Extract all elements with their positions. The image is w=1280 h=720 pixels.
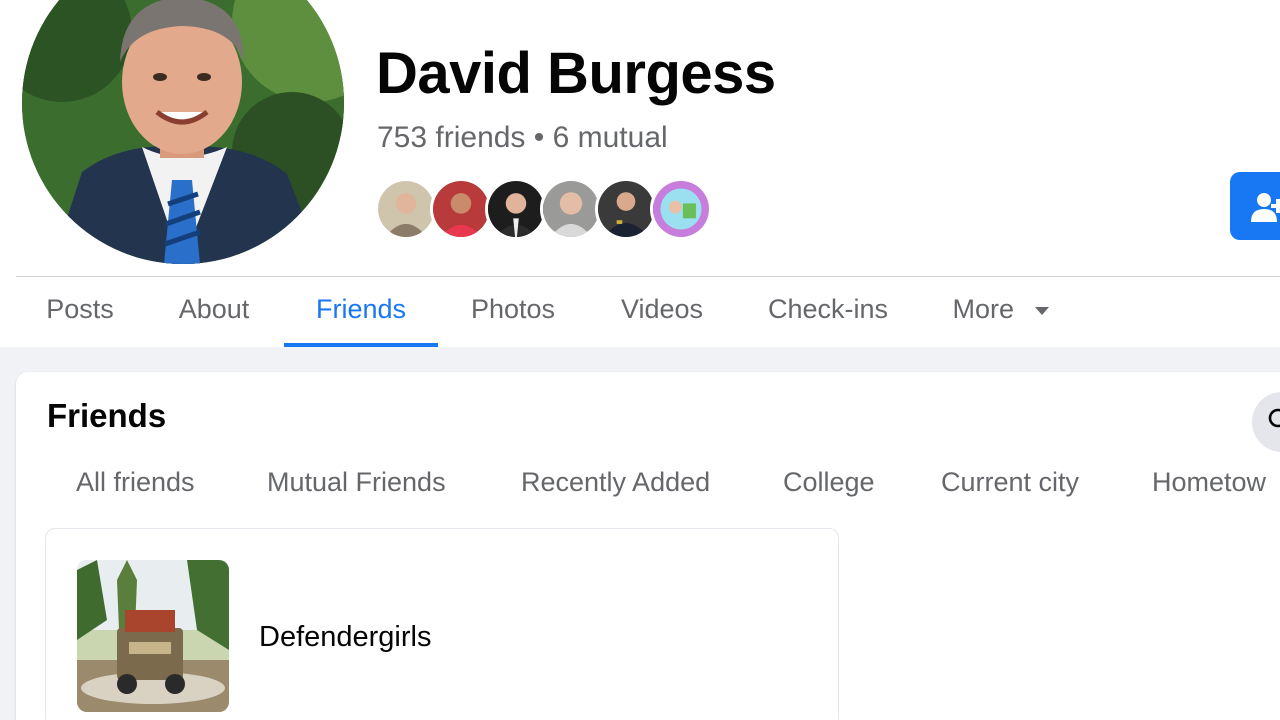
friend-list-item[interactable]: Defendergirls [45,528,839,720]
add-friend-icon [1251,193,1280,222]
active-tab-indicator [284,343,438,347]
mutual-friends-faces [375,178,715,242]
tab-check-ins[interactable]: Check-ins [750,278,906,347]
profile-tabs: Posts About Friends Photos Videos Check-… [0,278,1280,347]
add-friend-button[interactable] [1230,172,1280,240]
search-icon [1268,408,1280,428]
friend-photo [77,560,229,712]
friend-face-6[interactable] [650,178,712,240]
filter-recently-added[interactable]: Recently Added [521,467,710,498]
profile-name: David Burgess [376,41,776,106]
friends-search-button[interactable] [1252,392,1280,452]
tab-photos[interactable]: Photos [452,278,574,347]
filter-hometown[interactable]: Hometow [1152,467,1266,498]
tab-more[interactable]: More [936,278,1066,347]
friends-filter-tabs: All friends Mutual Friends Recently Adde… [16,467,1280,513]
friend-name[interactable]: Defendergirls [259,621,431,654]
friend-face-3[interactable] [485,178,547,240]
filter-college[interactable]: College [783,467,875,498]
profile-avatar[interactable] [22,0,344,264]
friend-face-4[interactable] [540,178,602,240]
friends-section-title: Friends [47,397,167,434]
header-divider [16,276,1280,277]
profile-header: David Burgess 753 friends • 6 mutual Pos… [0,0,1280,347]
friend-face-2[interactable] [430,178,492,240]
profile-photo [22,0,344,264]
filter-all-friends[interactable]: All friends [76,467,195,498]
tab-posts[interactable]: Posts [26,278,134,347]
friend-face-5[interactable] [595,178,657,240]
friend-face-1[interactable] [375,178,437,240]
caret-down-icon [1034,306,1049,315]
tab-videos[interactable]: Videos [600,278,724,347]
tab-about[interactable]: About [156,278,272,347]
friend-thumbnail[interactable] [77,560,229,712]
friend-count[interactable]: 753 friends • 6 mutual [377,121,668,155]
friends-card: Friends All friends Mutual Friends Recen… [16,372,1280,720]
filter-mutual-friends[interactable]: Mutual Friends [267,467,446,498]
tab-friends[interactable]: Friends [284,278,438,347]
filter-current-city[interactable]: Current city [941,467,1079,498]
